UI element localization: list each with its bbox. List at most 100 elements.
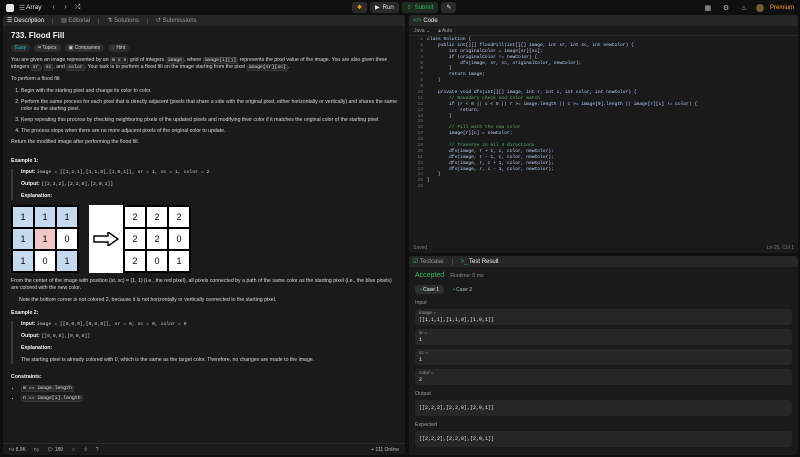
tab-test-result[interactable]: >_ Test Result (461, 259, 499, 265)
divider (451, 258, 453, 265)
output-value: [[2,2,2],[2,2,0],[2,0,1]] (415, 400, 792, 416)
run-button[interactable]: ▶ Run (370, 2, 399, 13)
grid-cell: 2 (168, 206, 190, 228)
case-2-tab[interactable]: • Case 2 (448, 285, 477, 294)
online-count: + 111 Online (371, 446, 399, 453)
explanation-text: From the center of the image with positi… (11, 278, 392, 291)
expected-value: [[2,2,2],[2,2,0],[2,0,1]] (415, 431, 792, 447)
grid-cell: 0 (146, 250, 168, 272)
terminal-icon: >_ (460, 258, 468, 265)
tab-description[interactable]: ☰ Description (7, 17, 44, 24)
shuffle-icon[interactable]: ⤮ (72, 2, 84, 13)
output-label: Output (415, 391, 431, 397)
example-1-output: [[2,2,2],[2,2,0],[2,0,1]] (41, 182, 114, 187)
return-text: Return the modified image after performi… (11, 139, 140, 145)
favorite-icon[interactable]: ☆ (71, 447, 75, 453)
explanation-note: Note the bottom corner is not colored 2,… (19, 297, 277, 303)
grid-cell: 0 (34, 250, 56, 272)
building-icon: ▣ (68, 44, 74, 51)
accepted-status: Accepted (415, 272, 445, 279)
input-field: sc = 1 (415, 349, 792, 365)
grid-cell: 1 (168, 250, 190, 272)
grid-cell: 1 (12, 228, 34, 250)
upload-icon: ⇪ (406, 5, 412, 11)
example-2-input: image = [[0,0,0],[0,0,0]], sr = 0, sc = … (36, 322, 187, 327)
input-label: Input (415, 300, 427, 306)
grid-cell: 0 (168, 228, 190, 250)
editor-toolbar: Java ⌄ 🔒︎ Auto (409, 26, 798, 36)
debug-button[interactable]: ✱ (352, 2, 368, 13)
runtime-text: Runtime: 0 ms (450, 273, 484, 279)
streak-icon[interactable]: ♨ (738, 2, 750, 13)
description-panel: ☰ Description ▤ Editorial ⚗ Solutions ↺ … (3, 15, 405, 455)
editor-status-bar: Saved Ln 26, Col 1 (409, 242, 798, 253)
grid-cell: 2 (124, 228, 146, 250)
example-1-input: image = [[1,1,1],[1,1,0],[1,0,1]], sr = … (36, 170, 210, 175)
topics-badge[interactable]: ⌗ Topics (34, 44, 61, 52)
code-tabbar: </> Code (409, 15, 798, 26)
hint-badge[interactable]: ◌ Hint (107, 44, 130, 52)
grid-cell: 2 (124, 250, 146, 272)
problem-title[interactable]: 733. Flood Fill (11, 32, 397, 40)
problem-list-title[interactable]: Array (26, 4, 42, 11)
autocomplete-toggle[interactable]: 🔒︎ Auto (438, 28, 452, 34)
dislike-button[interactable]: 👎︎ (34, 447, 39, 453)
input-field: color = 2 (415, 369, 792, 385)
case-tabs: • Case 1 • Case 2 (415, 285, 792, 294)
grid-before: 111110101 (11, 205, 79, 273)
code-icon: </> (413, 17, 422, 24)
help-icon[interactable]: ? (96, 447, 99, 453)
grid-after: 222220201 (123, 205, 191, 273)
saved-status: Saved (413, 244, 428, 251)
expected-label: Expected (415, 422, 438, 428)
example-2-output: [[0,0,0],[0,0,0]] (41, 334, 91, 339)
grid-cell: 0 (56, 228, 78, 250)
problem-description: 733. Flood Fill Easy ⌗ Topics ▣ Companie… (3, 26, 405, 443)
example-2-title: Example 2: (11, 310, 39, 316)
code-editor[interactable]: 1 class Solution {2 public int[][] floodF… (409, 36, 798, 241)
grid-cell: 2 (146, 228, 168, 250)
checkbox-icon: ☑ (413, 259, 419, 265)
language-select[interactable]: Java ⌄ (414, 28, 430, 34)
tab-submissions[interactable]: ↺ Submissions (156, 17, 197, 24)
comments-button[interactable]: 💬︎ 189 (47, 447, 63, 453)
example-1-title: Example 1: (11, 158, 39, 164)
notes-button[interactable]: ✎ (441, 2, 457, 13)
code-panel: </> Code Java ⌄ 🔒︎ Auto 1 class Solution … (409, 15, 798, 253)
case-1-tab[interactable]: • Case 1 (415, 285, 444, 294)
problem-list-icon[interactable]: ☰ (18, 2, 26, 13)
tab-testcase[interactable]: ☑ Testcase (413, 258, 444, 265)
constraint-item: m == image.length (21, 385, 397, 392)
settings-icon[interactable]: ⚙ (720, 2, 732, 13)
tab-editorial[interactable]: ▤ Editorial (61, 17, 90, 24)
like-button[interactable]: 👍︎ 8.9K (9, 447, 26, 453)
input-field: sr = 1 (415, 329, 792, 345)
grid-cell: 2 (124, 206, 146, 228)
example-1-explanation-label: Explanation: (21, 193, 53, 199)
step-item: Begin with the starting pixel and change… (21, 88, 397, 95)
premium-link[interactable]: Premium (770, 5, 794, 11)
example-2-block: Input: image = [[0,0,0],[0,0,0]], sr = 0… (11, 321, 397, 364)
step-item: Perform the same process for each pixel … (21, 99, 397, 113)
grid-cell: 1 (12, 250, 34, 272)
next-problem-icon[interactable]: › (60, 2, 72, 13)
test-result-body: Accepted Runtime: 0 ms • Case 1 • Case 2… (409, 267, 798, 455)
arrow-icon (89, 205, 123, 273)
example-1-block: Input: image = [[1,1,1],[1,1,0],[1,0,1]]… (11, 169, 397, 200)
difficulty-badge: Easy (11, 44, 31, 52)
avatar[interactable] (755, 3, 764, 12)
constraints-title: Constraints: (11, 374, 42, 380)
companies-badge[interactable]: ▣ Companies (64, 44, 104, 52)
share-icon[interactable]: ⇪ (84, 447, 88, 453)
divider (146, 17, 148, 24)
steps-list: Begin with the starting pixel and change… (11, 88, 397, 135)
prev-problem-icon[interactable]: ‹ (48, 2, 60, 13)
engagement-bar: 👍︎ 8.9K 👎︎ 💬︎ 189 ☆ ⇪ ? + 111 Online (3, 443, 405, 455)
tab-code[interactable]: </> Code (413, 18, 438, 24)
logo-icon[interactable] (6, 3, 14, 12)
grid-cell: 1 (34, 206, 56, 228)
tab-solutions[interactable]: ⚗ Solutions (107, 17, 139, 24)
result-panel: ☑ Testcase >_ Test Result Accepted Runti… (409, 256, 798, 455)
submit-button[interactable]: ⇪ Submit (401, 2, 439, 13)
layout-icon[interactable]: ▦ (702, 2, 714, 13)
